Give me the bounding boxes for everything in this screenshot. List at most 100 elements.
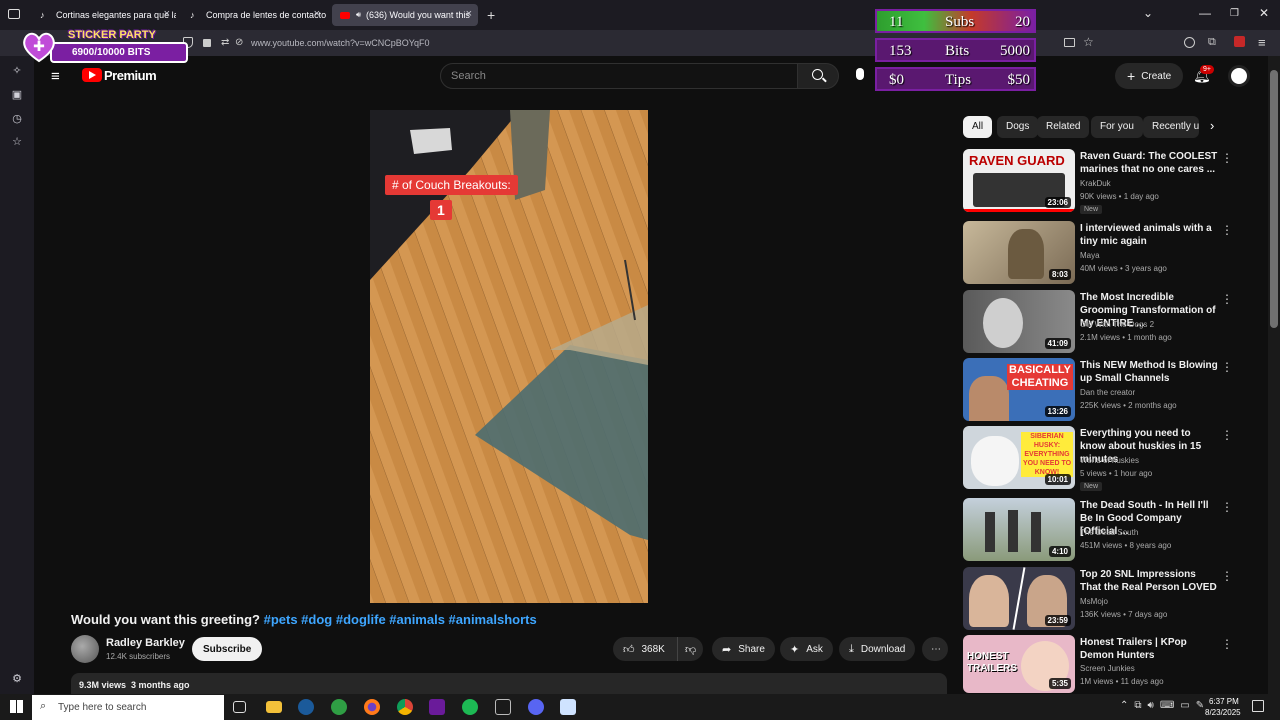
tab-youtube[interactable]: 🔊︎ (636) Would you want this × (332, 4, 478, 26)
tab-list-icon[interactable] (8, 9, 20, 19)
firefox-icon[interactable] (364, 699, 380, 715)
minimize-button[interactable]: — (1199, 6, 1211, 20)
rec-channel[interactable]: The Dead South (1080, 528, 1138, 537)
rec-title[interactable]: Top 20 SNL Impressions That the Real Per… (1080, 568, 1218, 594)
rec-thumbnail[interactable]: 41:09 (963, 290, 1075, 353)
avatar[interactable] (1228, 65, 1250, 87)
rec-channel[interactable]: Girl With The Dogs 2 (1080, 320, 1154, 329)
xbox-icon[interactable] (331, 699, 347, 715)
steam-icon[interactable] (298, 699, 314, 715)
rec-channel[interactable]: MsMojo (1080, 597, 1108, 606)
synced-tabs-icon[interactable]: ▣ (10, 88, 24, 102)
chevron-right-icon[interactable]: › (1210, 118, 1214, 133)
windows-start-icon[interactable] (10, 700, 23, 713)
more-options-icon[interactable]: ⋮ (1221, 360, 1233, 374)
taskbar-search-input[interactable]: ⌕ Type here to search (32, 695, 224, 720)
rec-channel[interactable]: KrakDuk (1080, 179, 1111, 188)
ask-button[interactable]: ✦ Ask (780, 637, 833, 661)
download-button[interactable]: ⤓ Download (839, 637, 916, 661)
more-options-icon[interactable]: ⋮ (1221, 637, 1233, 651)
rec-item[interactable]: RAVEN GUARD 23:06 Raven Guard: The COOLE… (963, 149, 1233, 214)
clock-date[interactable]: 8/23/2025 (1205, 708, 1241, 717)
notepad-icon[interactable] (560, 699, 576, 715)
chip-related[interactable]: Related (1037, 116, 1090, 138)
history-icon[interactable]: ◷ (10, 112, 24, 126)
channel-avatar[interactable] (71, 635, 99, 663)
rec-thumbnail[interactable]: 8:03 (963, 221, 1075, 284)
more-options-icon[interactable]: ⋮ (1221, 292, 1233, 306)
settings-icon[interactable]: ⚙ (10, 672, 24, 686)
search-button[interactable] (797, 63, 839, 89)
more-options-icon[interactable]: ⋮ (1221, 151, 1233, 165)
description-box[interactable]: 9.3M views 3 months ago (71, 673, 947, 694)
more-options-icon[interactable]: ⋮ (1221, 569, 1233, 583)
more-options-icon[interactable]: ⋮ (1221, 428, 1233, 442)
app-icon[interactable] (495, 699, 511, 715)
nzxt-icon[interactable] (429, 699, 445, 715)
account-icon[interactable] (1184, 37, 1195, 48)
more-options-icon[interactable]: ⋮ (1221, 500, 1233, 514)
rec-channel[interactable]: Maya (1080, 251, 1100, 260)
create-button[interactable]: + Create (1115, 63, 1184, 89)
rec-item[interactable]: HONEST TRAILERS 5:35 Honest Trailers | K… (963, 635, 1233, 699)
video-hashtags[interactable]: #pets #dog #doglife #animals #animalshor… (264, 612, 537, 627)
discord-icon[interactable] (528, 699, 544, 715)
dislike-button[interactable]: 👎︎ (677, 637, 703, 661)
search-input[interactable]: Search (440, 63, 798, 89)
rec-title[interactable]: Honest Trailers | KPop Demon Hunters (1080, 636, 1218, 662)
rec-thumbnail[interactable]: 23:59 (963, 567, 1075, 630)
rec-thumbnail[interactable]: SIBERIAN HUSKY: EVERYTHING YOU NEED TO K… (963, 426, 1075, 489)
spotify-icon[interactable] (462, 699, 478, 715)
task-view-icon[interactable] (233, 701, 246, 713)
speaker-icon[interactable]: 🔊︎ (356, 10, 361, 20)
rec-item[interactable]: 23:59 Top 20 SNL Impressions That the Re… (963, 567, 1233, 631)
clock-time[interactable]: 6:37 PM (1209, 697, 1239, 706)
close-icon[interactable]: × (164, 8, 170, 20)
chrome-icon[interactable] (397, 699, 413, 715)
rec-thumbnail[interactable]: HONEST TRAILERS 5:35 (963, 635, 1075, 693)
rec-thumbnail[interactable]: BASICALLY CHEATING 13:26 (963, 358, 1075, 421)
rec-item[interactable]: 8:03 I interviewed animals with a tiny m… (963, 221, 1233, 285)
tab-overflow-icon[interactable]: ⌄ (1143, 6, 1153, 20)
channel-name[interactable]: Radley Barkley (106, 637, 185, 649)
chip-for-you[interactable]: For you (1091, 116, 1143, 138)
star-icon[interactable]: ☆ (1083, 35, 1094, 49)
rec-item[interactable]: 4:10 The Dead South - In Hell I'll Be In… (963, 498, 1233, 562)
rec-title[interactable]: I interviewed animals with a tiny mic ag… (1080, 222, 1218, 248)
subscribe-button[interactable]: Subscribe (192, 637, 263, 661)
rec-item[interactable]: SIBERIAN HUSKY: EVERYTHING YOU NEED TO K… (963, 426, 1233, 491)
close-window-button[interactable]: ✕ (1259, 6, 1269, 20)
mic-icon[interactable] (856, 68, 864, 80)
youtube-logo[interactable] (82, 68, 102, 82)
video-player[interactable]: # of Couch Breakouts: 1 (370, 110, 648, 603)
close-icon[interactable]: × (314, 8, 320, 20)
rec-channel[interactable]: Screen Junkies (1080, 664, 1135, 673)
rec-title[interactable]: Raven Guard: The COOLEST marines that no… (1080, 150, 1218, 176)
rec-channel[interactable]: World of huskies (1080, 456, 1139, 465)
scrollbar-thumb[interactable] (1270, 70, 1278, 328)
rec-item[interactable]: 41:09 The Most Incredible Grooming Trans… (963, 290, 1233, 354)
like-button[interactable]: 👍︎ 368K (613, 637, 677, 661)
tab-lentes[interactable]: ♪ Compra de lentes de contacto × (182, 4, 326, 26)
more-actions-button[interactable]: ⋯ (922, 637, 948, 661)
rec-item[interactable]: BASICALLY CHEATING 13:26 This NEW Method… (963, 358, 1233, 422)
rec-thumbnail[interactable]: RAVEN GUARD 23:06 (963, 149, 1075, 212)
reader-icon[interactable] (1064, 38, 1075, 47)
maximize-button[interactable]: ❐ (1230, 8, 1239, 19)
tray-icons[interactable]: ⌃⧉🔊︎⌨▭✎ (1120, 700, 1210, 711)
rec-thumbnail[interactable]: 4:10 (963, 498, 1075, 561)
chip-recently[interactable]: Recently u (1143, 116, 1199, 138)
extension-badge-icon[interactable] (1234, 36, 1245, 47)
share-button[interactable]: ➦ Share (712, 637, 775, 661)
notifications-icon[interactable] (1252, 700, 1264, 712)
extensions-icon[interactable]: ⧉ (1208, 36, 1216, 49)
tab-cortinas[interactable]: ♪ Cortinas elegantes para que la × (32, 4, 176, 26)
bookmarks-icon[interactable]: ☆ (10, 135, 24, 149)
menu-icon[interactable]: ≡ (1258, 35, 1266, 50)
guide-menu-icon[interactable]: ≡ (51, 68, 60, 85)
rec-channel[interactable]: Dan the creator (1080, 388, 1135, 397)
chip-dogs[interactable]: Dogs (997, 116, 1039, 138)
rec-title[interactable]: This NEW Method Is Blowing up Small Chan… (1080, 359, 1218, 385)
more-options-icon[interactable]: ⋮ (1221, 223, 1233, 237)
file-explorer-icon[interactable] (266, 701, 282, 713)
